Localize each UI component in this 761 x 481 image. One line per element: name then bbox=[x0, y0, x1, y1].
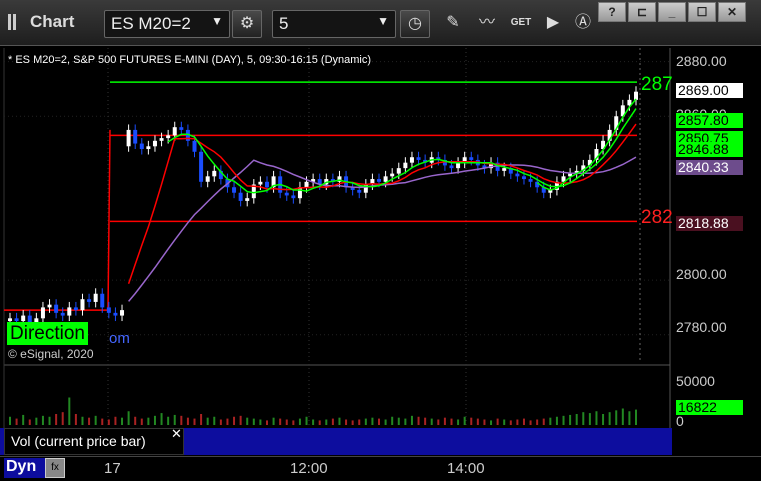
candle-body bbox=[80, 299, 85, 311]
candle-body bbox=[284, 192, 289, 196]
candle-body bbox=[264, 181, 269, 188]
candle-body bbox=[416, 157, 421, 160]
candle-body bbox=[106, 307, 111, 313]
candle-body bbox=[377, 179, 382, 182]
candle-body bbox=[521, 176, 526, 180]
candle-body bbox=[60, 312, 65, 316]
candle-body bbox=[113, 312, 118, 316]
direction-tail-text: om bbox=[109, 330, 130, 347]
candle-body bbox=[245, 198, 250, 201]
candle-body bbox=[8, 318, 12, 322]
candle-body bbox=[390, 173, 395, 177]
price-axis-label: 2780.00 bbox=[676, 319, 727, 335]
direction-label: Direction bbox=[7, 322, 88, 345]
volume-current-label: 16822 bbox=[676, 400, 743, 415]
candle-body bbox=[172, 127, 177, 136]
candle-body bbox=[449, 165, 454, 169]
candle-body bbox=[396, 168, 401, 174]
time-axis-label: 12:00 bbox=[290, 460, 328, 477]
candle-body bbox=[199, 151, 204, 182]
candle-body bbox=[528, 179, 533, 182]
candle-body bbox=[456, 162, 461, 169]
candle-body bbox=[146, 146, 151, 150]
green-ma-label-1: 2857.80 bbox=[676, 113, 743, 128]
candle-body bbox=[152, 140, 157, 147]
candle-body bbox=[54, 304, 59, 313]
last-price-label: 2869.00 bbox=[676, 83, 743, 98]
candle-body bbox=[205, 176, 210, 182]
candle-body bbox=[515, 173, 520, 177]
candle-body bbox=[304, 181, 309, 188]
candle-body bbox=[47, 304, 52, 308]
candle-body bbox=[67, 307, 72, 316]
purple-ma-label: 2840.33 bbox=[676, 160, 743, 175]
candle-body bbox=[40, 307, 45, 319]
candle-body bbox=[192, 140, 197, 152]
candle-body bbox=[238, 192, 243, 201]
candle-body bbox=[212, 170, 217, 177]
candle-body bbox=[87, 299, 92, 302]
volume-axis-label: 50000 bbox=[676, 373, 715, 389]
candle-body bbox=[403, 162, 408, 169]
time-axis-label: 14:00 bbox=[447, 460, 485, 477]
candle-body bbox=[383, 176, 388, 182]
candle-body bbox=[93, 293, 98, 302]
green-ma-label-3: 2846.88 bbox=[676, 142, 743, 157]
red-line-price-label: 2818.88 bbox=[676, 216, 743, 231]
candle-body bbox=[409, 157, 414, 163]
candle-body bbox=[357, 189, 362, 193]
time-axis-label: 17 bbox=[104, 460, 121, 477]
candle-body bbox=[100, 293, 105, 308]
dynamic-button[interactable]: Dyn bbox=[4, 458, 45, 478]
volume-zero-label: 0 bbox=[676, 413, 684, 429]
close-icon[interactable]: ✕ bbox=[171, 426, 182, 442]
price-chart[interactable] bbox=[0, 0, 761, 481]
fx-icon[interactable]: fx bbox=[45, 458, 65, 478]
candle-body bbox=[159, 138, 164, 141]
candle-body bbox=[634, 91, 638, 100]
candle-body bbox=[14, 318, 19, 322]
candle-body bbox=[166, 135, 171, 139]
candle-body bbox=[291, 195, 296, 199]
price-axis-label: 2800.00 bbox=[676, 266, 727, 282]
candle-body bbox=[139, 143, 144, 150]
study-title: * ES M20=2, S&P 500 FUTURES E-MINI (DAY)… bbox=[8, 54, 372, 66]
candle-body bbox=[73, 307, 78, 311]
candle-body bbox=[179, 127, 184, 130]
candle-body bbox=[120, 310, 125, 316]
candle-body bbox=[502, 168, 507, 171]
red-line-label: 282 bbox=[641, 207, 673, 228]
copyright-text: © eSignal, 2020 bbox=[8, 347, 94, 361]
price-axis-label: 2880.00 bbox=[676, 53, 727, 69]
candle-body bbox=[21, 315, 26, 322]
candle-body bbox=[258, 181, 263, 185]
candle-body bbox=[133, 129, 138, 144]
candle-body bbox=[126, 129, 131, 147]
candle-body bbox=[469, 157, 474, 160]
volume-study-label[interactable]: Vol (current price bar) bbox=[4, 428, 184, 455]
candle-body bbox=[232, 187, 237, 193]
green-line-label: 287 bbox=[641, 74, 673, 95]
